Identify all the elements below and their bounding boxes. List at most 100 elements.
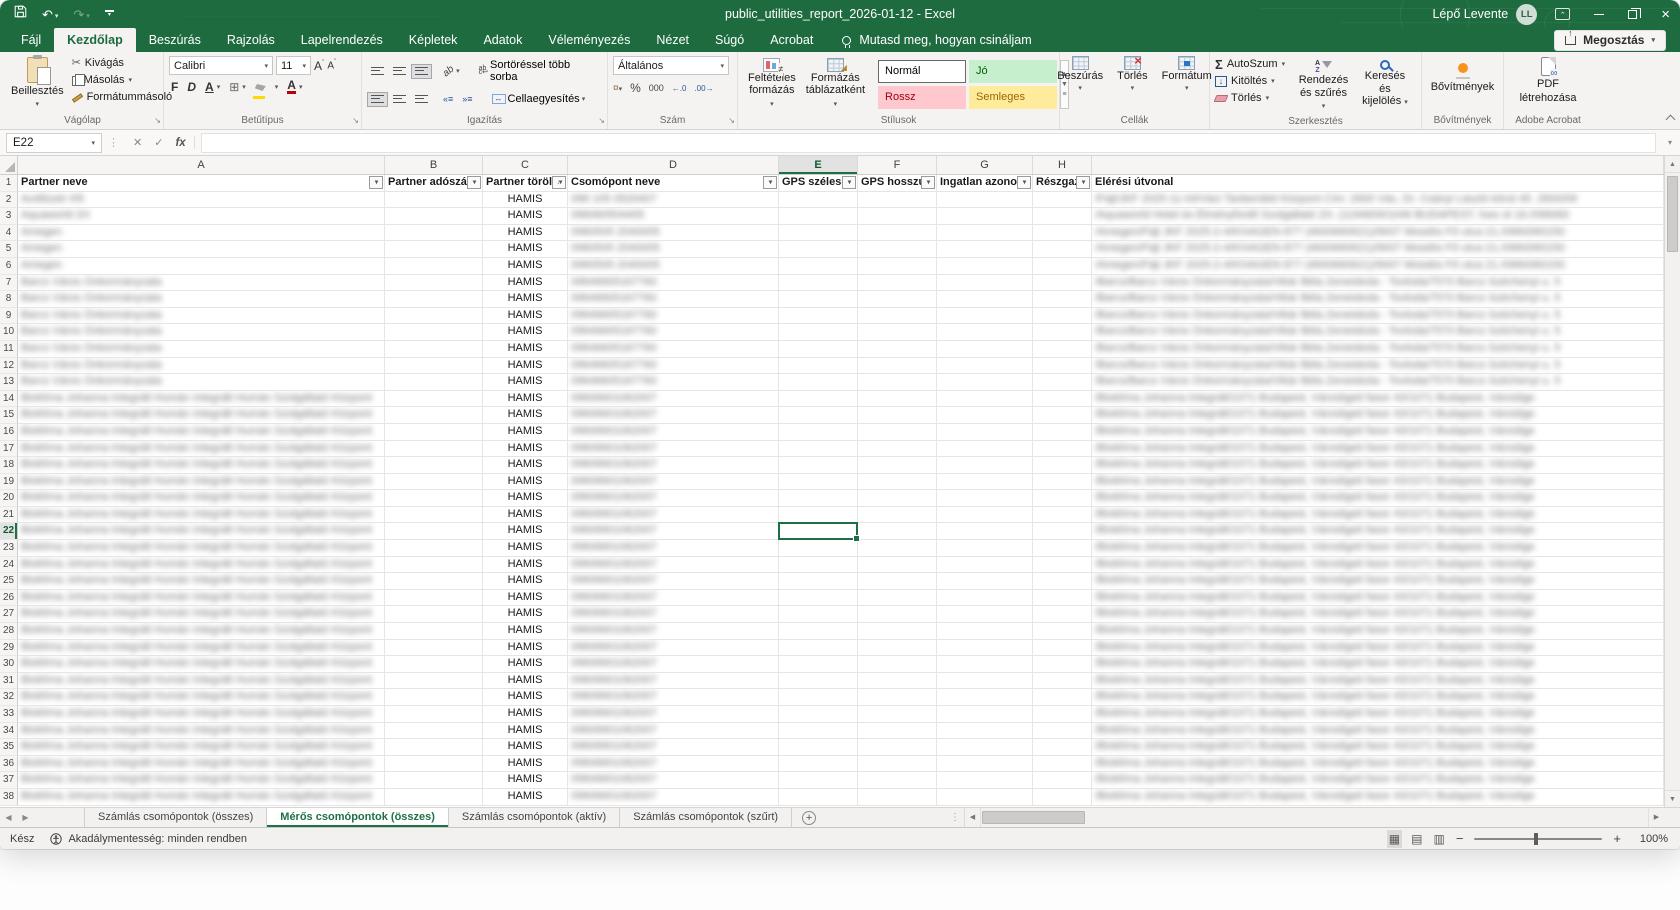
cell-F25[interactable] [858, 573, 937, 590]
cell-F10[interactable] [858, 324, 937, 341]
cell-G35[interactable] [937, 739, 1033, 756]
cell-D22[interactable]: 09606601062007 [568, 523, 779, 540]
cell-F33[interactable] [858, 706, 937, 723]
cell-A23[interactable]: Bioklíma Johanna Integrált Humán Integrá… [18, 540, 385, 557]
cell-G18[interactable] [937, 457, 1033, 474]
clear-button[interactable]: Törlés▾ [1215, 91, 1285, 106]
cell-B21[interactable] [385, 507, 483, 524]
cell-D6[interactable]: 0960505 2040005 [568, 258, 779, 275]
cell-I38[interactable]: /Bioklíma Johanna Integrált/1071 Budapes… [1092, 789, 1664, 806]
column-header-A[interactable]: A [18, 156, 385, 174]
cell-F30[interactable] [858, 656, 937, 673]
zoom-out-button[interactable]: − [1456, 832, 1464, 845]
cell-E13[interactable] [779, 374, 858, 391]
scroll-up-icon[interactable]: ▲ [1665, 156, 1680, 173]
cell-H3[interactable] [1033, 208, 1092, 225]
formula-input[interactable] [201, 133, 1656, 153]
cell-E17[interactable] [779, 441, 858, 458]
increase-font-button[interactable]: Aˆ [314, 59, 324, 73]
cell-E23[interactable] [779, 540, 858, 557]
cell-I36[interactable]: /Bioklíma Johanna Integrált/1071 Budapes… [1092, 756, 1664, 773]
cell-C11[interactable]: HAMIS [483, 341, 568, 358]
cell-F3[interactable] [858, 208, 937, 225]
cut-button[interactable]: ✂Kivágás [72, 56, 173, 71]
cell-H29[interactable] [1033, 640, 1092, 657]
cell-I24[interactable]: /Bioklíma Johanna Integrált/1071 Budapes… [1092, 557, 1664, 574]
cell-E21[interactable] [779, 507, 858, 524]
row-header-6[interactable]: 6 [0, 258, 18, 275]
cell-C14[interactable]: HAMIS [483, 391, 568, 408]
cell-E25[interactable] [779, 573, 858, 590]
cell-E37[interactable] [779, 772, 858, 789]
column-header-B[interactable]: B [385, 156, 483, 174]
align-left-button[interactable] [367, 92, 388, 107]
cell-F20[interactable] [858, 490, 937, 507]
cell-H23[interactable] [1033, 540, 1092, 557]
row-header-28[interactable]: 28 [0, 623, 18, 640]
cell-D11[interactable]: 09646605167760 [568, 341, 779, 358]
cell-C3[interactable]: HAMIS [483, 208, 568, 225]
cell-E16[interactable] [779, 424, 858, 441]
cell-H2[interactable] [1033, 192, 1092, 209]
style-neutral[interactable]: Semleges [969, 86, 1057, 109]
cell-G9[interactable] [937, 308, 1033, 325]
merge-cells-button[interactable]: ↔ Cellaegyesítés ▾ [488, 90, 590, 108]
fill-color-button[interactable] [255, 80, 266, 94]
cell-I2[interactable]: /Fájl/JKF 2025-11-04/Váci Tankerületi Kö… [1092, 192, 1664, 209]
cell-F22[interactable] [858, 523, 937, 540]
format-as-table-button[interactable]: Formázás táblázatként ▾ [801, 58, 870, 112]
cell-H13[interactable] [1033, 374, 1092, 391]
cell-I11[interactable]: /Barcs/Barcs Város Önkormányzata/Vikár B… [1092, 341, 1664, 358]
cell-I22[interactable]: /Bioklíma Johanna Integrált/1071 Budapes… [1092, 523, 1664, 540]
ribbon-tab-rajzolas[interactable]: Rajzolás [214, 28, 288, 52]
zoom-in-button[interactable]: + [1613, 832, 1621, 845]
ribbon-tab-beszuras[interactable]: Beszúrás [136, 28, 214, 52]
cell-F37[interactable] [858, 772, 937, 789]
cell-D32[interactable]: 09606601062007 [568, 689, 779, 706]
cell-G37[interactable] [937, 772, 1033, 789]
cell-A25[interactable]: Bioklíma Johanna Integrált Humán Integrá… [18, 573, 385, 590]
find-select-button[interactable]: Keresés és kijelölés ▾ [1354, 60, 1416, 110]
cell-B4[interactable] [385, 225, 483, 242]
cell-B7[interactable] [385, 275, 483, 292]
cell-F34[interactable] [858, 723, 937, 740]
accounting-format-button[interactable]: ¤▾ [613, 83, 622, 94]
align-right-button[interactable] [411, 92, 432, 107]
cell-G29[interactable] [937, 640, 1033, 657]
row-header-22[interactable]: 22 [0, 523, 18, 540]
row-header-37[interactable]: 37 [0, 772, 18, 789]
row-header-20[interactable]: 20 [0, 490, 18, 507]
cell-G25[interactable] [937, 573, 1033, 590]
cell-B30[interactable] [385, 656, 483, 673]
cell-C21[interactable]: HAMIS [483, 507, 568, 524]
ribbon-tab-adatok[interactable]: Adatok [470, 28, 535, 52]
cell-C32[interactable]: HAMIS [483, 689, 568, 706]
undo-button[interactable]: ↶▾ [42, 8, 58, 21]
cell-F28[interactable] [858, 623, 937, 640]
cell-C33[interactable]: HAMIS [483, 706, 568, 723]
expand-formula-bar-icon[interactable]: ▾ [1662, 138, 1678, 147]
cell-E32[interactable] [779, 689, 858, 706]
cell-H5[interactable] [1033, 241, 1092, 258]
font-color-button[interactable]: A [287, 80, 296, 94]
cell-D19[interactable]: 09606601062007 [568, 474, 779, 491]
cell-E27[interactable] [779, 606, 858, 623]
cell-B2[interactable] [385, 192, 483, 209]
row-header-14[interactable]: 14 [0, 391, 18, 408]
zoom-slider[interactable] [1474, 838, 1602, 840]
cell-B24[interactable] [385, 557, 483, 574]
cell-D2[interactable]: 096 105 0520407 [568, 192, 779, 209]
cell-E30[interactable] [779, 656, 858, 673]
font-size-select[interactable]: 11▾ [276, 56, 311, 75]
page-break-view-button[interactable]: ▥ [1433, 832, 1444, 846]
cell-D28[interactable]: 09606601062007 [568, 623, 779, 640]
cell-A7[interactable]: Barcs Város Önkormányzata [18, 275, 385, 292]
cell-I16[interactable]: /Bioklíma Johanna Integrált/1071 Budapes… [1092, 424, 1664, 441]
cell-E15[interactable] [779, 407, 858, 424]
tell-me-box[interactable]: Mutasd meg, hogyan csináljam [842, 28, 1031, 52]
cell-G4[interactable] [937, 225, 1033, 242]
cell-H26[interactable] [1033, 590, 1092, 607]
cell-D4[interactable]: 0960505 2040005 [568, 225, 779, 242]
sheet-tab-szamlas-csomopontok-szurt[interactable]: Számlás csomópontok (szűrt) [620, 808, 792, 827]
addins-button[interactable]: Bővítmények [1427, 62, 1499, 94]
